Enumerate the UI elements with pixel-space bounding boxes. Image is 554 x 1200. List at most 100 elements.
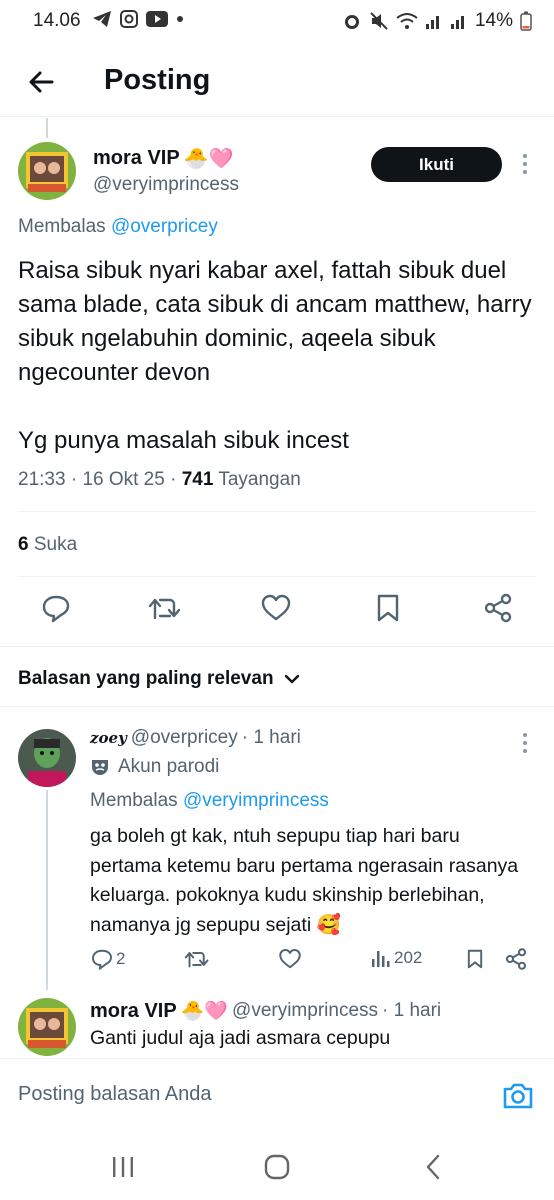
reply-like-button[interactable] [278, 947, 302, 971]
reply-emoji: 🐣🩷 [180, 1001, 229, 1022]
reply-display-name[interactable]: mora VIP [90, 1000, 177, 1023]
youtube-icon [146, 11, 168, 27]
parody-mask-icon [92, 760, 108, 775]
system-back-button[interactable] [418, 1152, 448, 1182]
post-date[interactable]: 16 Okt 25 [82, 469, 164, 490]
post-meta: 21:33 · 16 Okt 25 · 741 Tayangan [18, 469, 301, 490]
alarm-icon [344, 15, 359, 29]
post-text-p1: Raisa sibuk nyari kabar axel, fattah sib… [18, 257, 532, 386]
views-icon [372, 951, 390, 967]
reply-count: 2 [116, 949, 126, 968]
reply-sort-dropdown[interactable]: Balasan yang paling relevan [18, 668, 300, 690]
author-display-name: mora VIP [93, 147, 180, 169]
signal-icon [425, 16, 439, 29]
replying-to: Membalas @overpricey [18, 216, 218, 238]
heart-icon [279, 949, 301, 969]
reply-handle[interactable]: @veryimprincess [232, 1000, 378, 1022]
reply-replying-to: Membalas @veryimprincess [90, 790, 329, 812]
camera-button[interactable] [502, 1081, 534, 1111]
share-icon [505, 948, 527, 970]
home-button[interactable] [262, 1152, 292, 1182]
status-bar: 14.06 14% [0, 0, 554, 42]
reply-age: · 1 hari [241, 727, 301, 748]
author-handle[interactable]: @veryimprincess [93, 174, 239, 196]
like-button[interactable] [260, 592, 294, 626]
more-dot [523, 154, 527, 158]
parody-text: Akun parodi [118, 756, 220, 777]
reply-reply-button[interactable]: 2 [90, 947, 125, 971]
chevron-left-icon [426, 1154, 440, 1180]
reply-avatar[interactable] [18, 729, 76, 787]
reply-more-button[interactable] [516, 728, 534, 758]
reply-icon [92, 949, 112, 970]
battery-icon [520, 11, 532, 31]
parody-label: Akun parodi [90, 756, 219, 778]
likes-row[interactable]: 6 Suka [18, 534, 77, 556]
reply-action-bar: 2 202 [90, 945, 530, 973]
bookmark-button[interactable] [372, 592, 406, 626]
more-dot [523, 741, 527, 745]
status-time: 14.06 [33, 10, 81, 31]
reply-repost-button[interactable] [184, 947, 210, 971]
repost-icon [148, 598, 181, 620]
mute-icon [370, 12, 388, 30]
post-more-button[interactable] [516, 149, 534, 179]
app-header: Posting [0, 50, 554, 116]
reply-bookmark-button[interactable] [464, 947, 486, 971]
thread-line [46, 790, 48, 990]
reply-header: mora VIP 🐣🩷 @veryimprincess · 1 hari [90, 999, 441, 1023]
divider [0, 706, 554, 707]
heart-icon [261, 594, 291, 621]
page-title: Posting [104, 64, 211, 96]
sort-label: Balasan yang paling relevan [18, 668, 274, 689]
wifi-icon [396, 13, 418, 29]
divider [0, 646, 554, 647]
more-dot [523, 162, 527, 166]
recent-apps-icon [113, 1157, 133, 1177]
post-body: Raisa sibuk nyari kabar axel, fattah sib… [18, 254, 538, 458]
repost-icon [184, 952, 209, 968]
author-avatar[interactable] [18, 142, 76, 200]
bookmark-icon [467, 949, 483, 969]
replying-mention[interactable]: @veryimprincess [183, 790, 329, 811]
reply-handle[interactable]: @overpricey [131, 727, 238, 749]
bookmark-icon [377, 594, 399, 622]
recent-apps-button[interactable] [108, 1152, 138, 1182]
reply-button[interactable] [40, 592, 74, 626]
more-dot [523, 749, 527, 753]
arrow-left-icon [29, 71, 54, 93]
repost-button[interactable] [148, 592, 182, 626]
post-views-label: Tayangan [218, 469, 301, 490]
reply-body: Ganti judul aja jadi asmara cepupu [90, 1027, 391, 1049]
likes-count: 6 [18, 534, 29, 555]
share-icon [484, 593, 512, 623]
reply-share-button[interactable] [504, 947, 528, 971]
reply-header: zoey @overpricey · 1 hari [90, 727, 301, 749]
post-text-p2: Yg punya masalah sibuk incest [18, 427, 349, 454]
reply-age: · 1 hari [382, 1000, 442, 1021]
reply-avatar[interactable] [18, 998, 76, 1056]
compose-bar: Posting balasan Anda [0, 1058, 554, 1132]
likes-label: Suka [33, 534, 78, 555]
post-views-count: 741 [181, 469, 214, 490]
thread-line [46, 118, 48, 138]
replying-mention[interactable]: @overpricey [111, 216, 218, 237]
system-nav-bar [0, 1136, 554, 1200]
author-emoji: 🐣🩷 [183, 148, 234, 170]
replying-prefix: Membalas [90, 790, 178, 811]
reply-views-count: 202 [394, 948, 423, 967]
post-action-bar [0, 592, 554, 632]
share-button[interactable] [482, 592, 516, 626]
status-right-icons: 14% [342, 10, 532, 32]
back-button[interactable] [24, 64, 60, 100]
reply-display-name[interactable]: zoey [90, 729, 127, 747]
camera-icon [503, 1083, 533, 1109]
reply-views-button[interactable]: 202 [370, 947, 422, 969]
post-time[interactable]: 21:33 [18, 469, 66, 490]
dot-icon [177, 16, 183, 22]
reply-body: ga boleh gt kak, ntuh sepupu tiap hari b… [90, 825, 519, 936]
reply-compose-input[interactable]: Posting balasan Anda [18, 1083, 212, 1106]
more-dot [523, 170, 527, 174]
author-name[interactable]: mora VIP 🐣🩷 [93, 146, 234, 171]
follow-button[interactable]: Ikuti [371, 147, 502, 182]
